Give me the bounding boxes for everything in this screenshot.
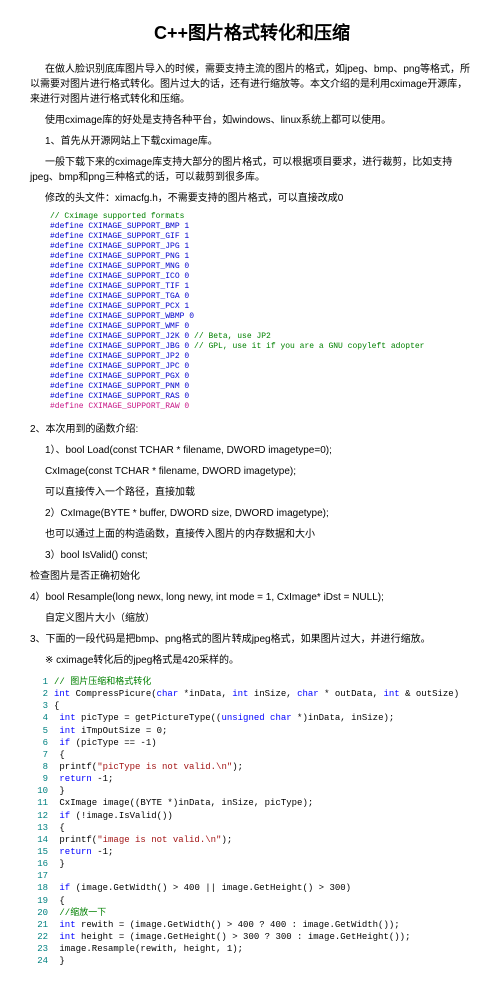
method-1-sub1: CxImage(const TCHAR * filename, DWORD im…: [30, 464, 474, 479]
define-line: #define CXIMAGE_SUPPORT_PGX 0: [50, 372, 474, 382]
method-4-sub: 自定义图片大小（缩放）: [30, 611, 474, 626]
define-line: #define CXIMAGE_SUPPORT_RAS 0: [50, 392, 474, 402]
method-4-title: 4）bool Resample(long newx, long newy, in…: [30, 590, 474, 605]
step-1-heading: 1、首先从开源网站上下载cximage库。: [30, 134, 474, 149]
define-line: #define CXIMAGE_SUPPORT_MNG 0: [50, 262, 474, 272]
defines-code-block: // Cximage supported formats#define CXIM…: [50, 212, 474, 412]
define-line: #define CXIMAGE_SUPPORT_ICO 0: [50, 272, 474, 282]
define-line: #define CXIMAGE_SUPPORT_PCX 1: [50, 302, 474, 312]
define-line: #define CXIMAGE_SUPPORT_WBMP 0: [50, 312, 474, 322]
define-line: #define CXIMAGE_SUPPORT_RAW 0: [50, 402, 474, 412]
method-1-sub2: 可以直接传入一个路径，直接加载: [30, 485, 474, 500]
define-line: #define CXIMAGE_SUPPORT_TIF 1: [50, 282, 474, 292]
define-line: #define CXIMAGE_SUPPORT_JPG 1: [50, 242, 474, 252]
intro-paragraph-1: 在做人脸识别底库图片导入的时候，需要支持主流的图片的格式，如jpeg、bmp、p…: [30, 62, 474, 107]
method-2-title: 2）CxImage(BYTE * buffer, DWORD size, DWO…: [30, 506, 474, 521]
define-line: #define CXIMAGE_SUPPORT_J2K 0 // Beta, u…: [50, 332, 474, 342]
define-line: #define CXIMAGE_SUPPORT_PNG 1: [50, 252, 474, 262]
intro-paragraph-2: 使用cximage库的好处是支持各种平台，如windows、linux系统上都可…: [30, 113, 474, 128]
define-line: #define CXIMAGE_SUPPORT_BMP 1: [50, 222, 474, 232]
page-title: C++图片格式转化和压缩: [30, 20, 474, 47]
step-3-note: ※ cximage转化后的jpeg格式是420采样的。: [30, 653, 474, 668]
define-line: #define CXIMAGE_SUPPORT_JBG 0 // GPL, us…: [50, 342, 474, 352]
define-line: #define CXIMAGE_SUPPORT_JPC 0: [50, 362, 474, 372]
step-1-note: 一般下载下来的cximage库支持大部分的图片格式，可以根据项目要求，进行裁剪，…: [30, 155, 474, 185]
method-2-sub: 也可以通过上面的构造函数，直接传入图片的内存数据和大小: [30, 527, 474, 542]
method-3-sub: 检查图片是否正确初始化: [30, 569, 474, 584]
step-1-modify: 修改的头文件：ximacfg.h，不需要支持的图片格式，可以直接改成0: [30, 191, 474, 206]
define-line: // Cximage supported formats: [50, 212, 474, 222]
method-1-title: 1）、bool Load(const TCHAR * filename, DWO…: [30, 443, 474, 458]
step-3-heading: 3、下面的一段代码是把bmp、png格式的图片转成jpeg格式，如果图片过大，并…: [30, 632, 474, 647]
step-2-heading: 2、本次用到的函数介绍:: [30, 422, 474, 437]
method-3-title: 3）bool IsValid() const;: [30, 548, 474, 563]
define-line: #define CXIMAGE_SUPPORT_WMF 0: [50, 322, 474, 332]
define-line: #define CXIMAGE_SUPPORT_JP2 0: [50, 352, 474, 362]
define-line: #define CXIMAGE_SUPPORT_PNM 0: [50, 382, 474, 392]
code-listing: 1// 图片压缩和格式转化 2int CompressPicure(char *…: [30, 676, 474, 967]
define-line: #define CXIMAGE_SUPPORT_TGA 0: [50, 292, 474, 302]
define-line: #define CXIMAGE_SUPPORT_GIF 1: [50, 232, 474, 242]
